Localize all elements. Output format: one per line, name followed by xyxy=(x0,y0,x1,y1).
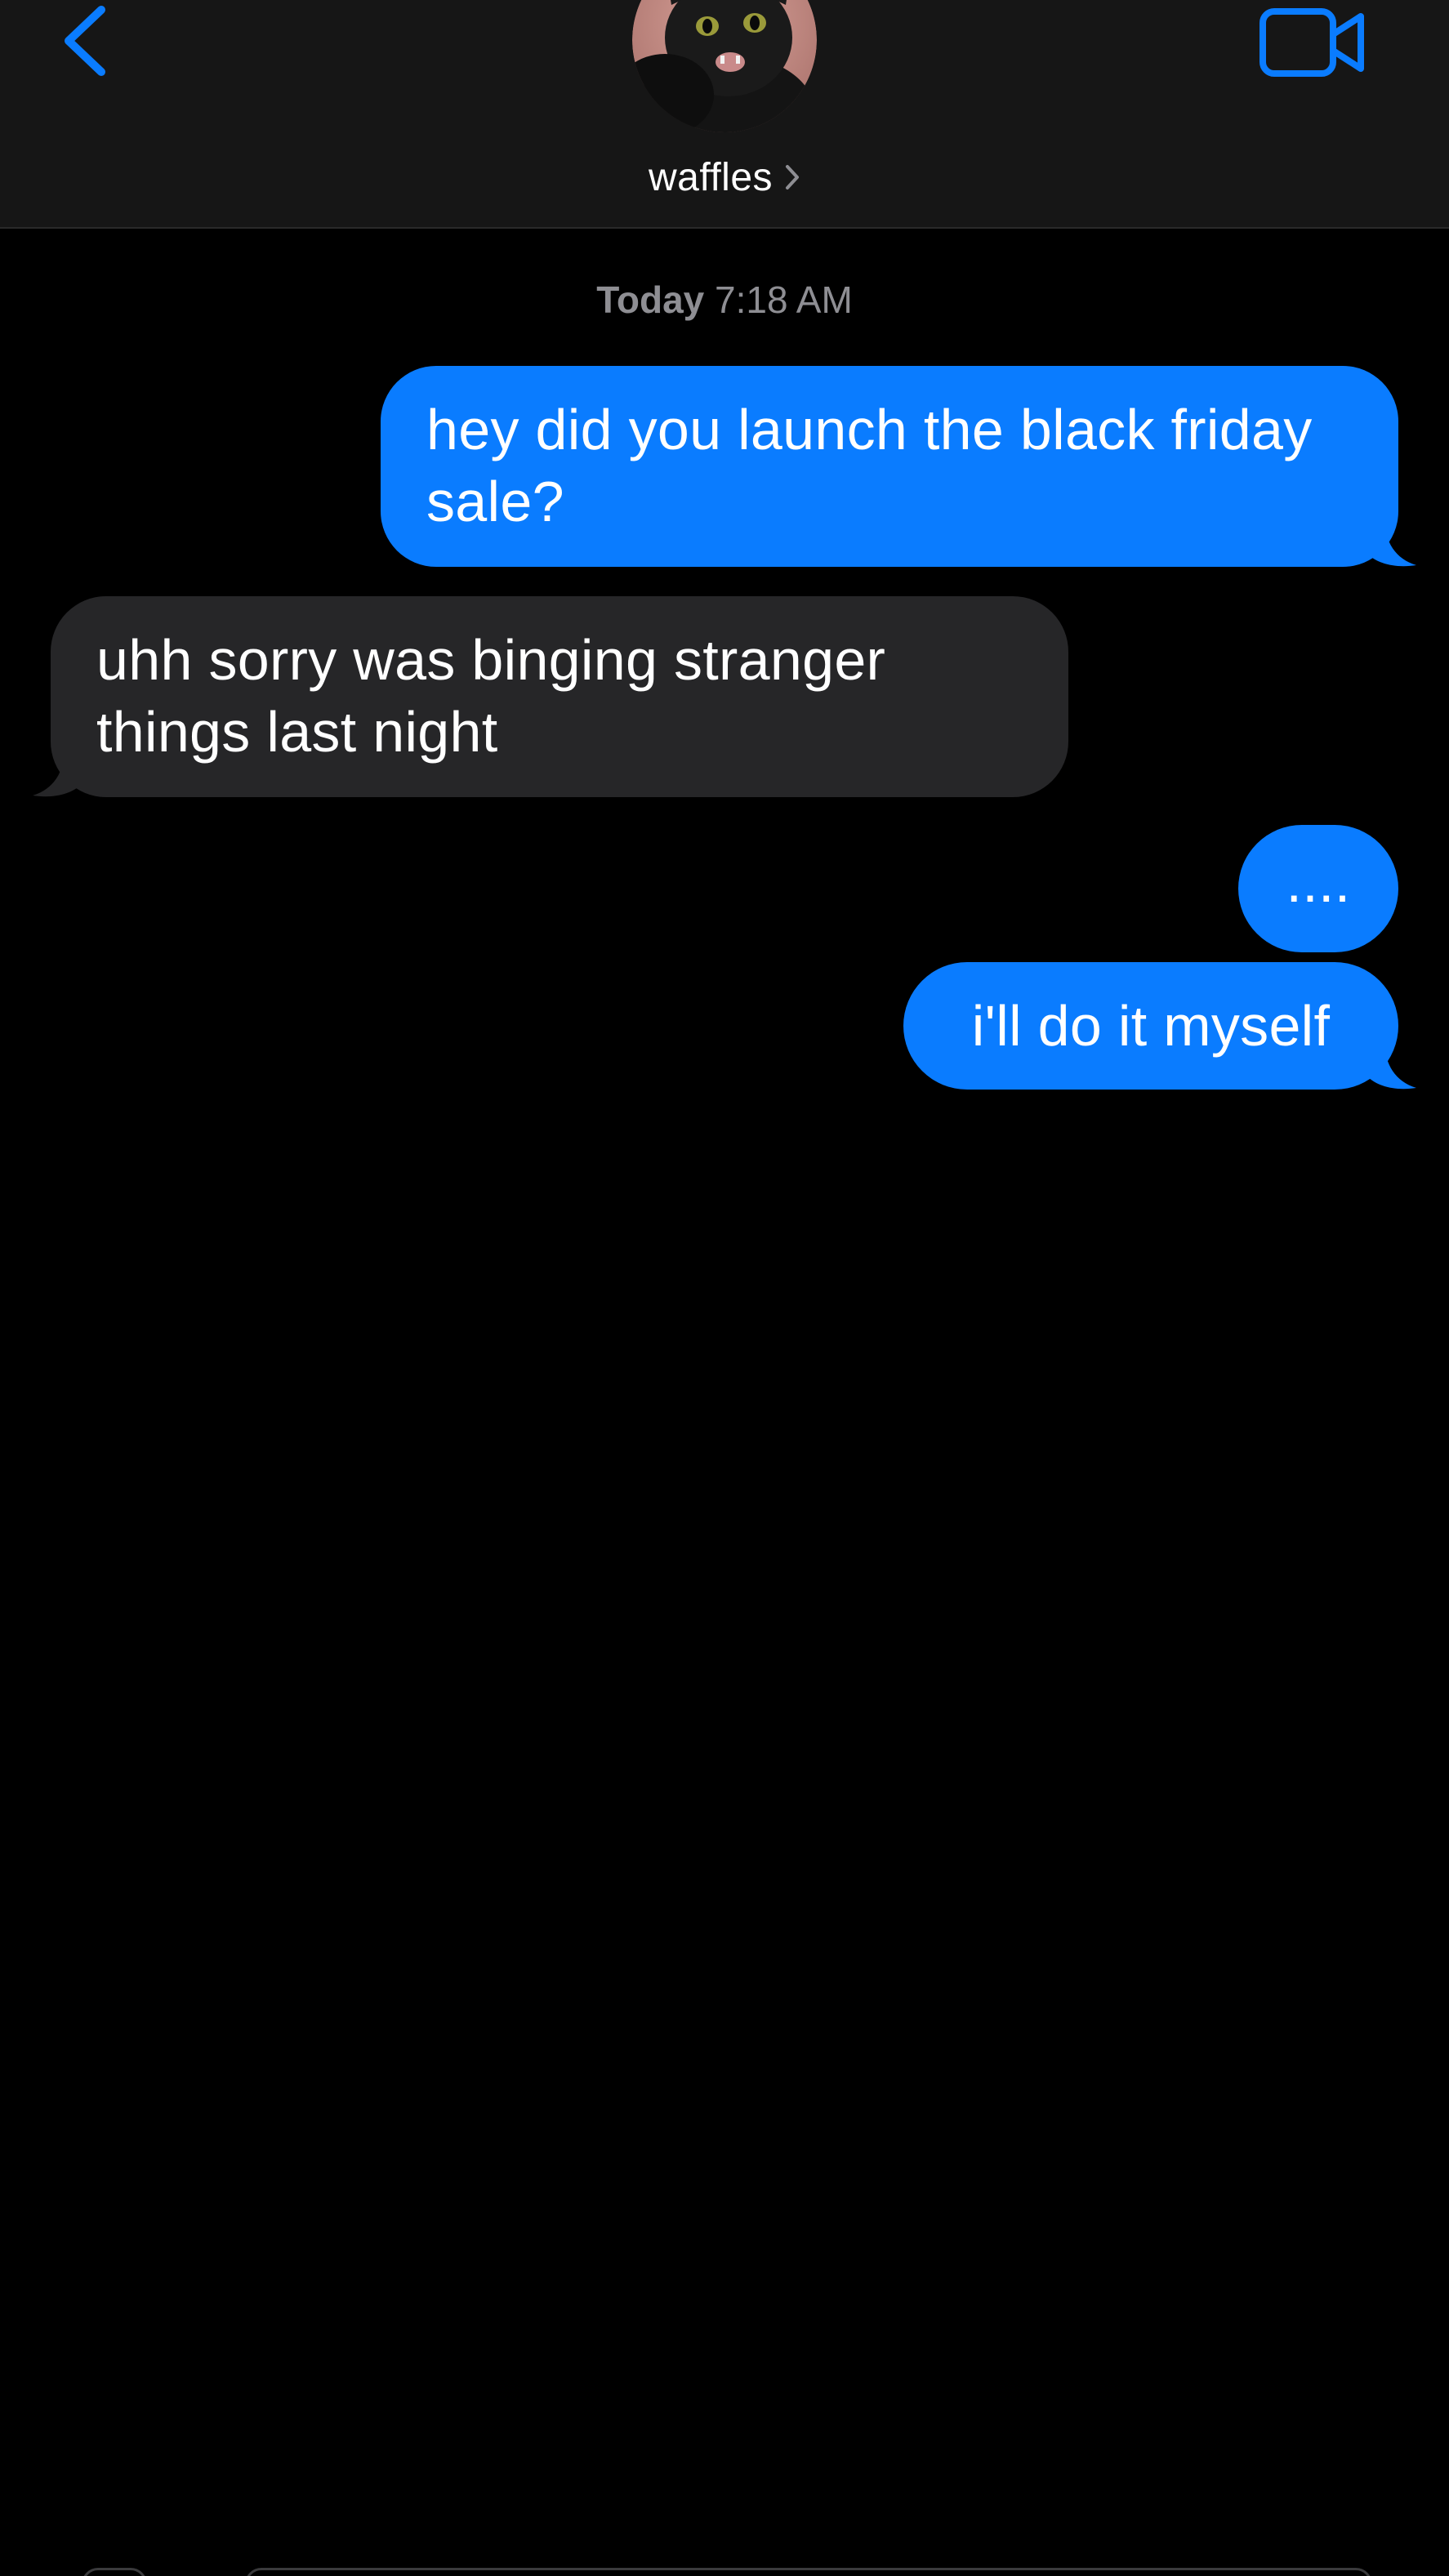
contact-avatar[interactable] xyxy=(632,0,817,132)
received-message-bubble[interactable]: uhh sorry was binging stranger things la… xyxy=(33,596,1068,797)
chevron-left-icon xyxy=(65,6,105,76)
cat-avatar-image xyxy=(632,0,817,132)
timestamp-day: Today xyxy=(596,279,705,321)
conversation-header: waffles xyxy=(0,0,1449,229)
timestamp-time: 7:18 AM xyxy=(715,279,853,321)
contact-details-button[interactable]: waffles xyxy=(649,155,800,200)
contact-name-row: waffles xyxy=(0,149,1449,206)
bubble-tail xyxy=(33,748,82,797)
contact-name: waffles xyxy=(648,155,774,199)
bubble-tail xyxy=(1367,518,1416,567)
message-timestamp: Today 7:18 AM xyxy=(0,278,1449,322)
message-input[interactable] xyxy=(245,2568,1372,2576)
video-call-button[interactable] xyxy=(1258,5,1369,80)
sent-message-bubble[interactable]: .... xyxy=(1238,825,1398,952)
messages-screen: waffles Today 7:18 AM hey did you launch… xyxy=(0,0,1449,2576)
sent-message-bubble[interactable]: hey did you launch the black friday sale… xyxy=(381,366,1416,567)
back-button[interactable] xyxy=(54,0,119,90)
sent-message-bubble[interactable]: i'll do it myself xyxy=(903,962,1416,1090)
message-text: hey did you launch the black friday sale… xyxy=(426,398,1313,533)
bubble-tail xyxy=(1367,1041,1416,1090)
chevron-right-icon xyxy=(786,165,800,189)
apps-button[interactable] xyxy=(82,2568,147,2576)
message-text: .... xyxy=(1286,850,1351,914)
message-text: uhh sorry was binging stranger things la… xyxy=(96,628,886,764)
message-text: i'll do it myself xyxy=(971,994,1331,1058)
video-camera-icon xyxy=(1260,8,1364,77)
